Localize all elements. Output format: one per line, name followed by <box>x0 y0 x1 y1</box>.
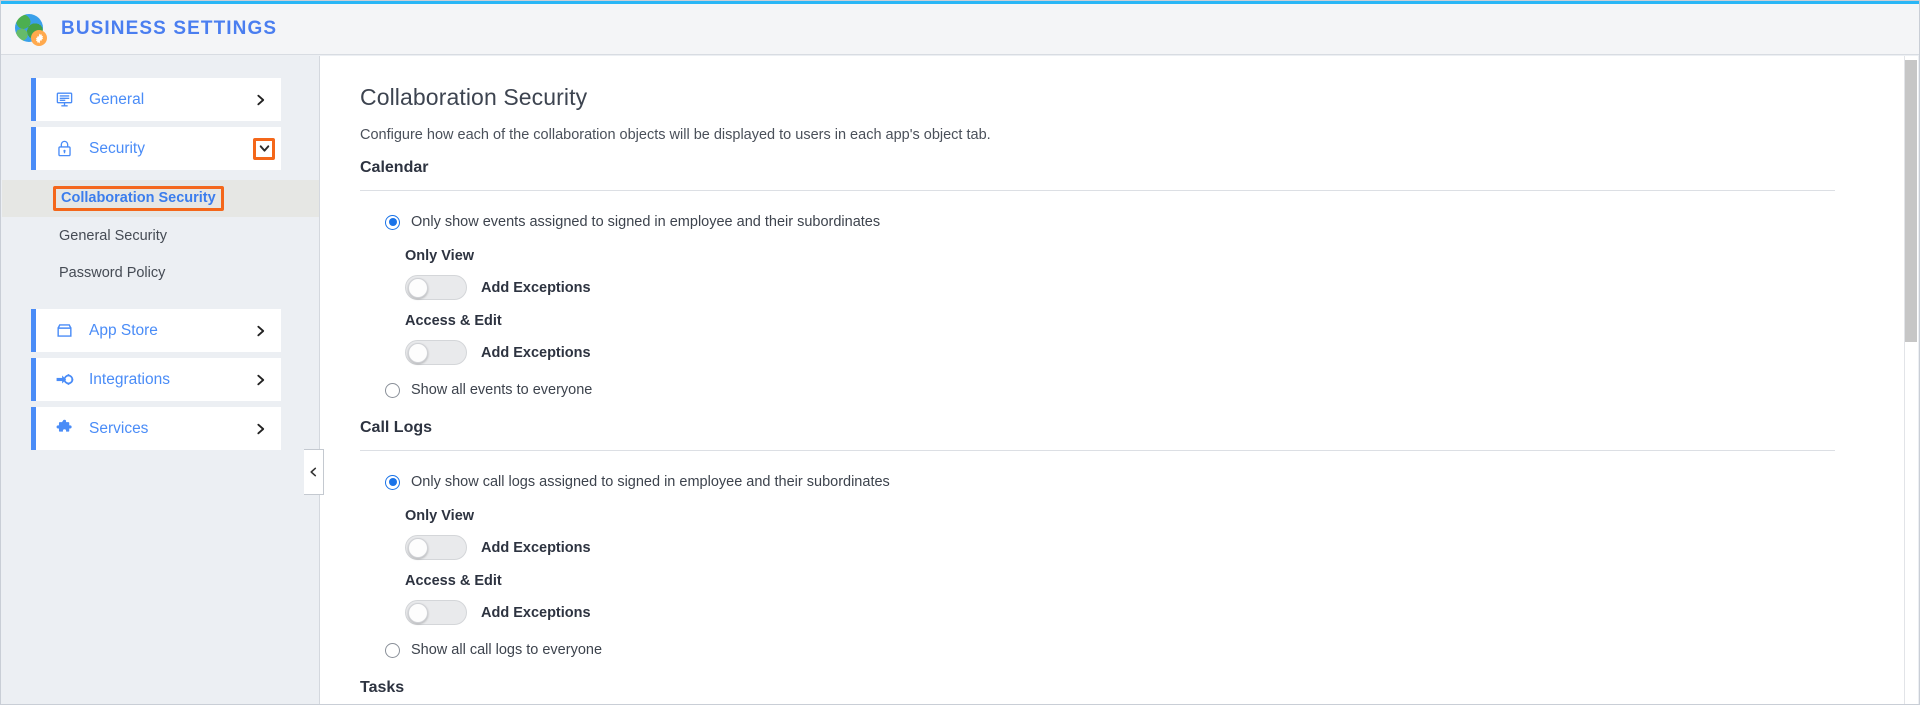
call-logs-restricted-radio-row[interactable]: Only show call logs assigned to signed i… <box>360 469 1850 495</box>
lock-icon <box>53 138 75 160</box>
section-heading: Calendar <box>360 159 429 176</box>
call-logs-only-view-heading: Only View <box>405 508 475 524</box>
nav-group-services: Services <box>2 407 319 450</box>
toggle-label: Add Exceptions <box>481 279 591 296</box>
add-exceptions-toggle[interactable] <box>405 535 467 560</box>
radio-label: Show all call logs to everyone <box>411 642 603 658</box>
main-content: Collaboration Security Configure how eac… <box>320 56 1907 704</box>
security-submenu: Collaboration Security General Security … <box>2 170 319 303</box>
storefront-icon <box>53 320 75 342</box>
call-logs-access-edit-exceptions-row: Add Exceptions <box>405 600 1850 625</box>
vertical-scrollbar-track[interactable] <box>1904 56 1918 704</box>
nav-group-app-store: App Store <box>2 309 319 352</box>
calendar-access-edit-heading: Access & Edit <box>405 313 502 329</box>
calendar-only-view-exceptions-row: Add Exceptions <box>405 275 1850 300</box>
chevron-right-icon[interactable] <box>254 324 267 337</box>
call-logs-access-edit-heading: Access & Edit <box>405 573 502 589</box>
vertical-scrollbar-thumb[interactable] <box>1905 60 1917 342</box>
sidebar-item-general[interactable]: General <box>31 78 281 121</box>
page-subtitle: Configure how each of the collaboration … <box>360 127 991 143</box>
toggle-label: Add Exceptions <box>481 604 591 621</box>
section-heading: Call Logs <box>360 419 433 436</box>
business-settings-window: BUSINESS SETTINGS General Security Colla… <box>0 0 1920 705</box>
radio-label: Only show events assigned to signed in e… <box>411 214 881 230</box>
chevron-down-icon[interactable] <box>253 137 275 160</box>
call-logs-open-radio-row[interactable]: Show all call logs to everyone <box>360 637 1850 663</box>
sidebar-item-general-security[interactable]: General Security <box>2 217 319 254</box>
radio-button[interactable] <box>385 474 400 490</box>
chevron-right-icon[interactable] <box>254 93 267 106</box>
sidebar-item-integrations[interactable]: Integrations <box>31 358 281 401</box>
app-header: BUSINESS SETTINGS <box>1 1 1919 55</box>
radio-label: Only show call logs assigned to signed i… <box>411 474 890 490</box>
toggle-knob <box>408 277 428 298</box>
sidebar-item-security[interactable]: Security <box>31 127 281 170</box>
chevron-right-icon[interactable] <box>254 422 267 435</box>
calendar-access-edit-exceptions-row: Add Exceptions <box>405 340 1850 365</box>
toggle-knob <box>408 602 428 623</box>
calendar-open-radio-row[interactable]: Show all events to everyone <box>360 377 1850 403</box>
nav-group-integrations: Integrations <box>2 358 319 401</box>
section-heading: Tasks <box>360 679 405 696</box>
section-call-logs: Call Logs Only show call logs assigned t… <box>360 419 1850 663</box>
radio-button[interactable] <box>385 642 400 658</box>
sidebar-item-label: Integrations <box>89 370 170 388</box>
monitor-icon <box>53 89 75 111</box>
toggle-label: Add Exceptions <box>481 344 591 361</box>
radio-button[interactable] <box>385 382 400 398</box>
sidebar-item-app-store[interactable]: App Store <box>31 309 281 352</box>
app-logo <box>13 12 47 46</box>
puzzle-piece-icon <box>53 418 75 440</box>
page-title: Collaboration Security <box>360 84 588 110</box>
sidebar-item-label: Security <box>89 139 145 157</box>
plug-gear-icon <box>53 369 75 391</box>
toggle-knob <box>408 537 428 558</box>
gear-icon <box>31 30 47 46</box>
sidebar-item-password-policy[interactable]: Password Policy <box>2 254 319 291</box>
sidebar: General Security Collaboration Security … <box>2 56 320 704</box>
nav-group-security: Security Collaboration Security General … <box>2 127 319 303</box>
section-calendar: Calendar Only show events assigned to si… <box>360 159 1850 403</box>
sidebar-subitem-label: General Security <box>59 227 167 244</box>
add-exceptions-toggle[interactable] <box>405 275 467 300</box>
section-tasks: Tasks <box>360 679 1850 704</box>
sidebar-subitem-label: Collaboration Security <box>53 185 224 212</box>
sidebar-collapse-handle[interactable] <box>304 449 324 495</box>
call-logs-only-view-exceptions-row: Add Exceptions <box>405 535 1850 560</box>
sidebar-subitem-label: Password Policy <box>59 264 166 281</box>
toggle-label: Add Exceptions <box>481 539 591 556</box>
radio-button[interactable] <box>385 214 400 230</box>
app-title: BUSINESS SETTINGS <box>61 18 278 39</box>
radio-label: Show all events to everyone <box>411 382 593 398</box>
sidebar-item-collaboration-security[interactable]: Collaboration Security <box>2 180 319 217</box>
sidebar-item-label: App Store <box>89 321 158 339</box>
nav-group-general: General <box>2 78 319 121</box>
sidebar-item-services[interactable]: Services <box>31 407 281 450</box>
chevron-right-icon[interactable] <box>254 373 267 386</box>
calendar-only-view-heading: Only View <box>405 248 475 264</box>
add-exceptions-toggle[interactable] <box>405 340 467 365</box>
calendar-restricted-radio-row[interactable]: Only show events assigned to signed in e… <box>360 209 1850 235</box>
sidebar-item-label: General <box>89 90 145 108</box>
add-exceptions-toggle[interactable] <box>405 600 467 625</box>
sidebar-item-label: Services <box>89 419 149 437</box>
toggle-knob <box>408 342 428 363</box>
